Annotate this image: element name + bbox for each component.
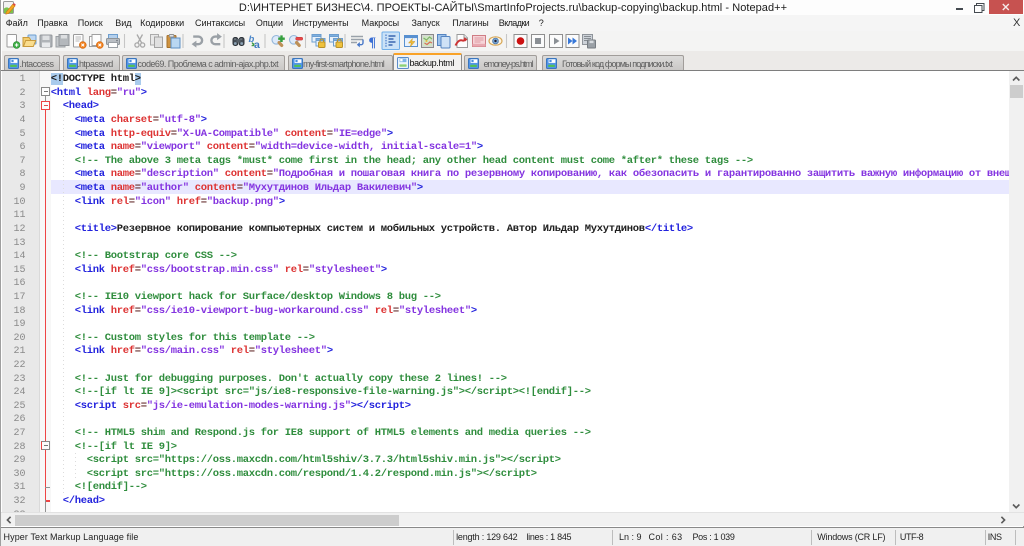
svg-text:¶: ¶: [369, 36, 377, 51]
svg-text:a: a: [254, 39, 260, 51]
